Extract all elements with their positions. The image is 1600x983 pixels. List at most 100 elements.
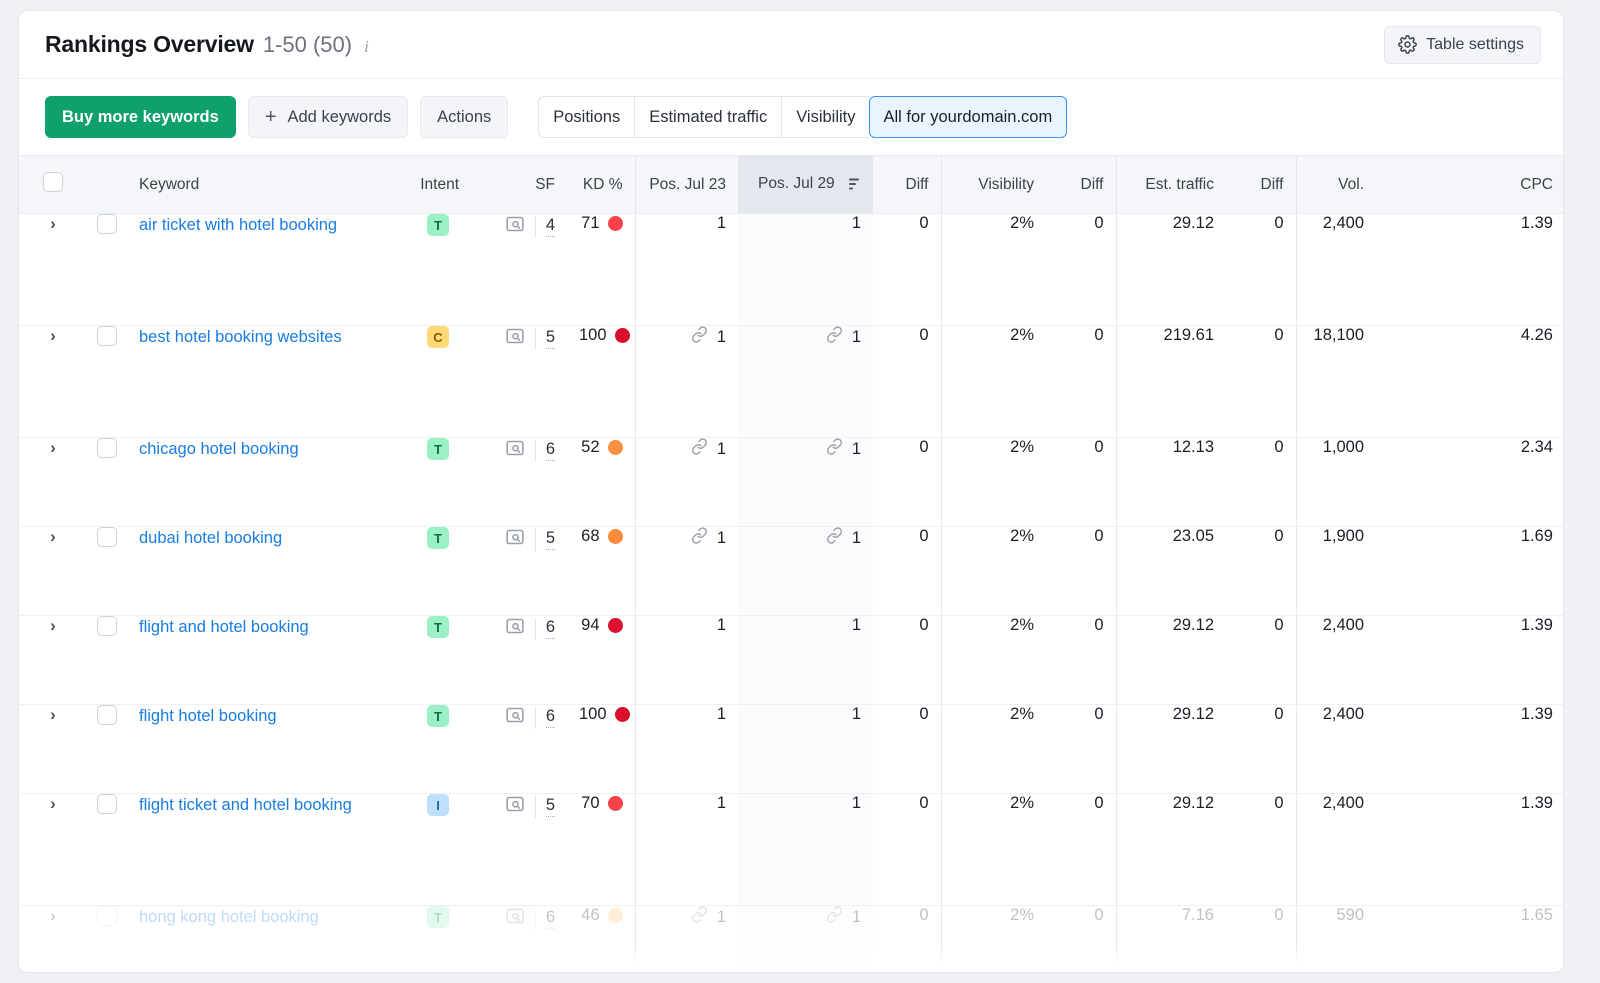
column-header-diff-pos[interactable]: Diff — [873, 156, 941, 214]
serp-features-icon[interactable] — [505, 214, 525, 239]
row-expand-cell: › — [19, 906, 87, 974]
serp-features-icon[interactable] — [505, 794, 525, 819]
column-header-kd[interactable]: KD % — [567, 156, 635, 214]
buy-more-keywords-button[interactable]: Buy more keywords — [45, 96, 236, 138]
intent-cell: T — [405, 214, 471, 326]
keyword-link[interactable]: flight ticket and hotel booking — [139, 794, 352, 817]
row-checkbox[interactable] — [97, 794, 117, 814]
serp-features-icon[interactable] — [505, 906, 525, 931]
intent-badge[interactable]: T — [427, 438, 449, 460]
sf-value[interactable]: 6 — [546, 707, 555, 728]
table-settings-button[interactable]: Table settings — [1384, 26, 1541, 64]
actions-button[interactable]: Actions — [420, 96, 508, 138]
diff-pos-cell: 0 — [873, 438, 941, 527]
intent-badge[interactable]: T — [427, 705, 449, 727]
intent-badge[interactable]: T — [427, 214, 449, 236]
est-traffic-cell: 7.16 — [1116, 906, 1226, 974]
tab-visibility[interactable]: Visibility — [781, 96, 869, 138]
keyword-link[interactable]: best hotel booking websites — [139, 326, 342, 349]
intent-badge[interactable]: I — [427, 794, 449, 816]
keyword-cell: flight hotel booking — [127, 705, 405, 794]
sf-value[interactable]: 5 — [546, 328, 555, 349]
table-row[interactable]: ›flight ticket and hotel bookingI5701102… — [19, 794, 1564, 906]
expand-row-chevron-icon[interactable]: › — [50, 616, 56, 635]
volume-cell: 2,400 — [1296, 616, 1376, 705]
expand-row-chevron-icon[interactable]: › — [50, 705, 56, 724]
keyword-link[interactable]: hong kong hotel booking — [139, 906, 319, 929]
add-keywords-button[interactable]: + Add keywords — [248, 96, 408, 138]
serp-features-icon[interactable] — [505, 438, 525, 463]
column-header-intent[interactable]: Intent — [405, 156, 471, 214]
link-icon — [826, 326, 843, 348]
column-header-keyword[interactable]: Keyword — [127, 156, 405, 214]
sf-value[interactable]: 6 — [546, 908, 555, 929]
sf-value[interactable]: 5 — [546, 796, 555, 817]
tab-positions[interactable]: Positions — [538, 96, 634, 138]
row-checkbox[interactable] — [97, 438, 117, 458]
row-checkbox[interactable] — [97, 527, 117, 547]
column-header-sf[interactable]: SF — [471, 156, 567, 214]
cpc-cell: 1.39 — [1376, 214, 1564, 326]
intent-cell: T — [405, 438, 471, 527]
divider — [535, 328, 536, 350]
table-row[interactable]: ›flight and hotel bookingT6941102%029.12… — [19, 616, 1564, 705]
keyword-link[interactable]: flight hotel booking — [139, 705, 277, 728]
column-header-visibility[interactable]: Visibility — [941, 156, 1046, 214]
keyword-link[interactable]: chicago hotel booking — [139, 438, 299, 461]
serp-features-icon[interactable] — [505, 527, 525, 552]
pos-jul-29-value: 1 — [852, 705, 861, 724]
column-header-pos-jul-29[interactable]: Pos. Jul 29 — [738, 156, 873, 214]
expand-row-chevron-icon[interactable]: › — [50, 326, 56, 345]
table-row[interactable]: ›chicago hotel bookingT6521102%012.1301,… — [19, 438, 1564, 527]
table-row[interactable]: ›dubai hotel bookingT5681102%023.0501,90… — [19, 527, 1564, 616]
sf-value[interactable]: 4 — [546, 216, 555, 237]
select-all-checkbox[interactable] — [43, 172, 63, 192]
sf-value[interactable]: 6 — [546, 618, 555, 639]
expand-row-chevron-icon[interactable]: › — [50, 214, 56, 233]
intent-badge[interactable]: T — [427, 906, 449, 928]
table-row[interactable]: ›hong kong hotel bookingT6461102%07.1605… — [19, 906, 1564, 974]
serp-features-icon[interactable] — [505, 705, 525, 730]
pos-curr-cell: 1 — [738, 527, 873, 616]
column-header-cpc[interactable]: CPC — [1376, 156, 1564, 214]
intent-badge[interactable]: C — [427, 326, 449, 348]
tab-estimated-traffic[interactable]: Estimated traffic — [634, 96, 781, 138]
intent-badge[interactable]: T — [427, 527, 449, 549]
keyword-link[interactable]: flight and hotel booking — [139, 616, 309, 639]
keyword-link[interactable]: air ticket with hotel booking — [139, 214, 337, 237]
sf-value[interactable]: 5 — [546, 529, 555, 550]
cpc-cell: 1.39 — [1376, 794, 1564, 906]
diff-visibility-cell: 0 — [1046, 214, 1116, 326]
column-header-diff-traffic[interactable]: Diff — [1226, 156, 1296, 214]
sf-value[interactable]: 6 — [546, 440, 555, 461]
column-header-est-traffic[interactable]: Est. traffic — [1116, 156, 1226, 214]
column-header-vol[interactable]: Vol. — [1296, 156, 1376, 214]
expand-row-chevron-icon[interactable]: › — [50, 527, 56, 546]
table-settings-label: Table settings — [1426, 36, 1524, 54]
expand-row-chevron-icon[interactable]: › — [50, 906, 56, 925]
row-checkbox[interactable] — [97, 906, 117, 926]
column-header-diff-visibility[interactable]: Diff — [1046, 156, 1116, 214]
table-row[interactable]: ›flight hotel bookingT61001102%029.1202,… — [19, 705, 1564, 794]
tab-all-for-domain[interactable]: All for yourdomain.com — [869, 96, 1068, 138]
volume-cell: 1,000 — [1296, 438, 1376, 527]
serp-features-icon[interactable] — [505, 326, 525, 351]
visibility-cell: 2% — [941, 705, 1046, 794]
expand-row-chevron-icon[interactable]: › — [50, 794, 56, 813]
row-checkbox[interactable] — [97, 616, 117, 636]
row-checkbox[interactable] — [97, 705, 117, 725]
serp-features-icon[interactable] — [505, 616, 525, 641]
column-header-pos-jul-23[interactable]: Pos. Jul 23 — [635, 156, 738, 214]
row-checkbox[interactable] — [97, 214, 117, 234]
table-row[interactable]: ›best hotel booking websitesC51001102%02… — [19, 326, 1564, 438]
kd-difficulty-dot — [608, 216, 623, 231]
info-icon[interactable]: i — [364, 37, 369, 57]
table-row[interactable]: ›air ticket with hotel bookingT4711102%0… — [19, 214, 1564, 326]
pos-prev-cell: 1 — [635, 214, 738, 326]
intent-badge[interactable]: T — [427, 616, 449, 638]
kd-value: 52 — [581, 438, 599, 457]
expand-row-chevron-icon[interactable]: › — [50, 438, 56, 457]
keyword-link[interactable]: dubai hotel booking — [139, 527, 282, 550]
link-icon — [826, 527, 843, 549]
row-checkbox[interactable] — [97, 326, 117, 346]
